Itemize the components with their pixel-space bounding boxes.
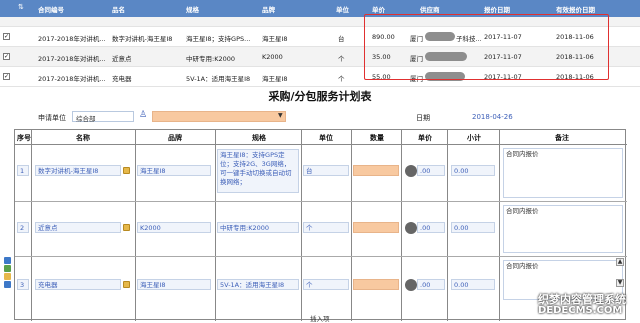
th-name: 名称 bbox=[76, 134, 90, 142]
th-brand: 品牌 bbox=[168, 134, 182, 142]
cell-name: 近意点 bbox=[112, 55, 132, 63]
spec-input[interactable]: 海王星I8：支持GPS定位；支持2G、3G网络，可一键手动切换或自动切换网络； bbox=[217, 149, 299, 193]
cell-brand: 海王星I8 bbox=[262, 75, 288, 83]
edit-row-icon[interactable] bbox=[4, 273, 11, 280]
table-row: 1 数字对讲机-海王星I8 海王星I8 海王星I8：支持GPS定位；支持2G、3… bbox=[15, 145, 627, 202]
row-no[interactable]: 3 bbox=[17, 279, 29, 290]
col-brand[interactable]: 品牌 bbox=[262, 4, 275, 14]
th-unit: 单位 bbox=[319, 134, 333, 142]
subtotal-value: 0.00 bbox=[451, 165, 495, 176]
qty-input[interactable] bbox=[353, 165, 399, 176]
col-valid-date[interactable]: 有效报价日期 bbox=[556, 4, 595, 14]
highlight-box bbox=[364, 14, 609, 80]
scroll-down-icon[interactable]: ▼ bbox=[616, 279, 624, 287]
col-supplier[interactable]: 供应商 bbox=[420, 4, 440, 14]
remark-textarea[interactable]: 合同内报价 bbox=[503, 148, 623, 198]
plan-table: 序号 名称 品牌 规格 单位 数量 单价 小计 备注 1 数字对讲机-海王星I8… bbox=[14, 129, 627, 321]
cell-spec: 5V-1A：适用海王星I8 bbox=[186, 75, 251, 83]
add-row-icon[interactable] bbox=[4, 257, 11, 264]
col-price[interactable]: 单价 bbox=[372, 4, 385, 14]
user-picker-icon[interactable]: ♙ bbox=[139, 110, 147, 120]
price-input[interactable]: .00 bbox=[417, 165, 445, 176]
item-name-input[interactable]: 数字对讲机-海王星I8 bbox=[35, 165, 121, 176]
redacted-mark bbox=[405, 222, 417, 234]
row-no[interactable]: 1 bbox=[17, 165, 29, 176]
cell-contract: 2017-2018年对讲机... bbox=[38, 35, 106, 43]
date-value[interactable]: 2018-04-26 bbox=[472, 113, 513, 121]
col-quote-date[interactable]: 报价日期 bbox=[484, 4, 510, 14]
price-input[interactable]: .00 bbox=[417, 222, 445, 233]
row-checkbox[interactable]: ✓ bbox=[3, 53, 10, 60]
row-no[interactable]: 2 bbox=[17, 222, 29, 233]
cell-contract: 2017-2018年对讲机... bbox=[38, 55, 106, 63]
date-label: 日期 bbox=[416, 114, 430, 122]
brand-input[interactable]: K2000 bbox=[137, 222, 211, 233]
col-contract[interactable]: 合同编号 bbox=[38, 4, 64, 14]
table-row: 2 近意点 K2000 中研专用:K2000 个 .00 0.00 合同内报价 bbox=[15, 202, 627, 257]
cell-unit: 个 bbox=[338, 55, 345, 63]
copy-row-icon[interactable] bbox=[4, 265, 11, 272]
unit-input[interactable]: 个 bbox=[303, 279, 349, 290]
brand-input[interactable]: 海王星I8 bbox=[137, 279, 211, 290]
item-name-input[interactable]: 近意点 bbox=[35, 222, 121, 233]
scroll-up-icon[interactable]: ▲ bbox=[616, 258, 624, 266]
table-row: 3 充电器 海王星I8 5V-1A：适用海王星I8 个 .00 0.00 合同内… bbox=[15, 257, 627, 315]
unit-input[interactable]: 个 bbox=[303, 222, 349, 233]
th-spec: 规格 bbox=[252, 134, 266, 142]
cell-unit: 个 bbox=[338, 75, 345, 83]
redacted-mark bbox=[405, 279, 417, 291]
row-checkbox[interactable]: ✓ bbox=[3, 73, 10, 80]
apply-unit-input[interactable]: 综合部 bbox=[72, 111, 134, 123]
th-price: 单价 bbox=[418, 134, 432, 142]
spec-input[interactable]: 5V-1A：适用海王星I8 bbox=[217, 279, 299, 290]
spec-input[interactable]: 中研专用:K2000 bbox=[217, 222, 299, 233]
dept-select[interactable] bbox=[152, 111, 286, 122]
cell-brand: 海王星I8 bbox=[262, 35, 288, 43]
move-row-icon[interactable] bbox=[4, 281, 11, 288]
insert-row-button[interactable]: 插入项 bbox=[310, 313, 330, 323]
cell-name: 充电器 bbox=[112, 75, 132, 83]
th-no: 序号 bbox=[17, 134, 31, 142]
qty-input[interactable] bbox=[353, 222, 399, 233]
row-checkbox[interactable]: ✓ bbox=[3, 33, 10, 40]
item-name-input[interactable]: 充电器 bbox=[35, 279, 121, 290]
col-spec[interactable]: 规格 bbox=[186, 4, 199, 14]
plan-table-header: 序号 名称 品牌 规格 单位 数量 单价 小计 备注 bbox=[15, 130, 627, 145]
folder-icon[interactable] bbox=[123, 281, 130, 288]
col-name[interactable]: 品名 bbox=[112, 4, 125, 14]
watermark-site: DEDECMS.COM bbox=[538, 305, 623, 316]
col-unit[interactable]: 单位 bbox=[336, 4, 349, 14]
th-qty: 数量 bbox=[370, 134, 384, 142]
folder-icon[interactable] bbox=[123, 224, 130, 231]
apply-unit-label: 申请单位 bbox=[38, 114, 66, 122]
cell-brand: K2000 bbox=[262, 53, 283, 61]
subtotal-value: 0.00 bbox=[451, 279, 495, 290]
cell-spec: 中研专用:K2000 bbox=[186, 55, 235, 63]
brand-input[interactable]: 海王星I8 bbox=[137, 165, 211, 176]
folder-icon[interactable] bbox=[123, 167, 130, 174]
cell-spec: 海王星I8；支持GPS... bbox=[186, 35, 251, 43]
th-subtotal: 小计 bbox=[467, 134, 481, 142]
th-remark: 备注 bbox=[555, 134, 569, 142]
form-title: 采购/分包服务计划表 bbox=[268, 90, 372, 103]
unit-input[interactable]: 台 bbox=[303, 165, 349, 176]
cell-contract: 2017-2018年对讲机... bbox=[38, 75, 106, 83]
redacted-mark bbox=[405, 165, 417, 177]
chevron-down-icon[interactable]: ▼ bbox=[278, 112, 283, 119]
qty-input[interactable] bbox=[353, 279, 399, 290]
subtotal-value: 0.00 bbox=[451, 222, 495, 233]
price-input[interactable]: .00 bbox=[417, 279, 445, 290]
cell-unit: 台 bbox=[338, 35, 345, 43]
remark-textarea[interactable]: 合同内报价 bbox=[503, 205, 623, 253]
sort-icon[interactable]: ⇅ bbox=[18, 3, 24, 13]
cell-name: 数字对讲机-海王星I8 bbox=[112, 35, 173, 43]
